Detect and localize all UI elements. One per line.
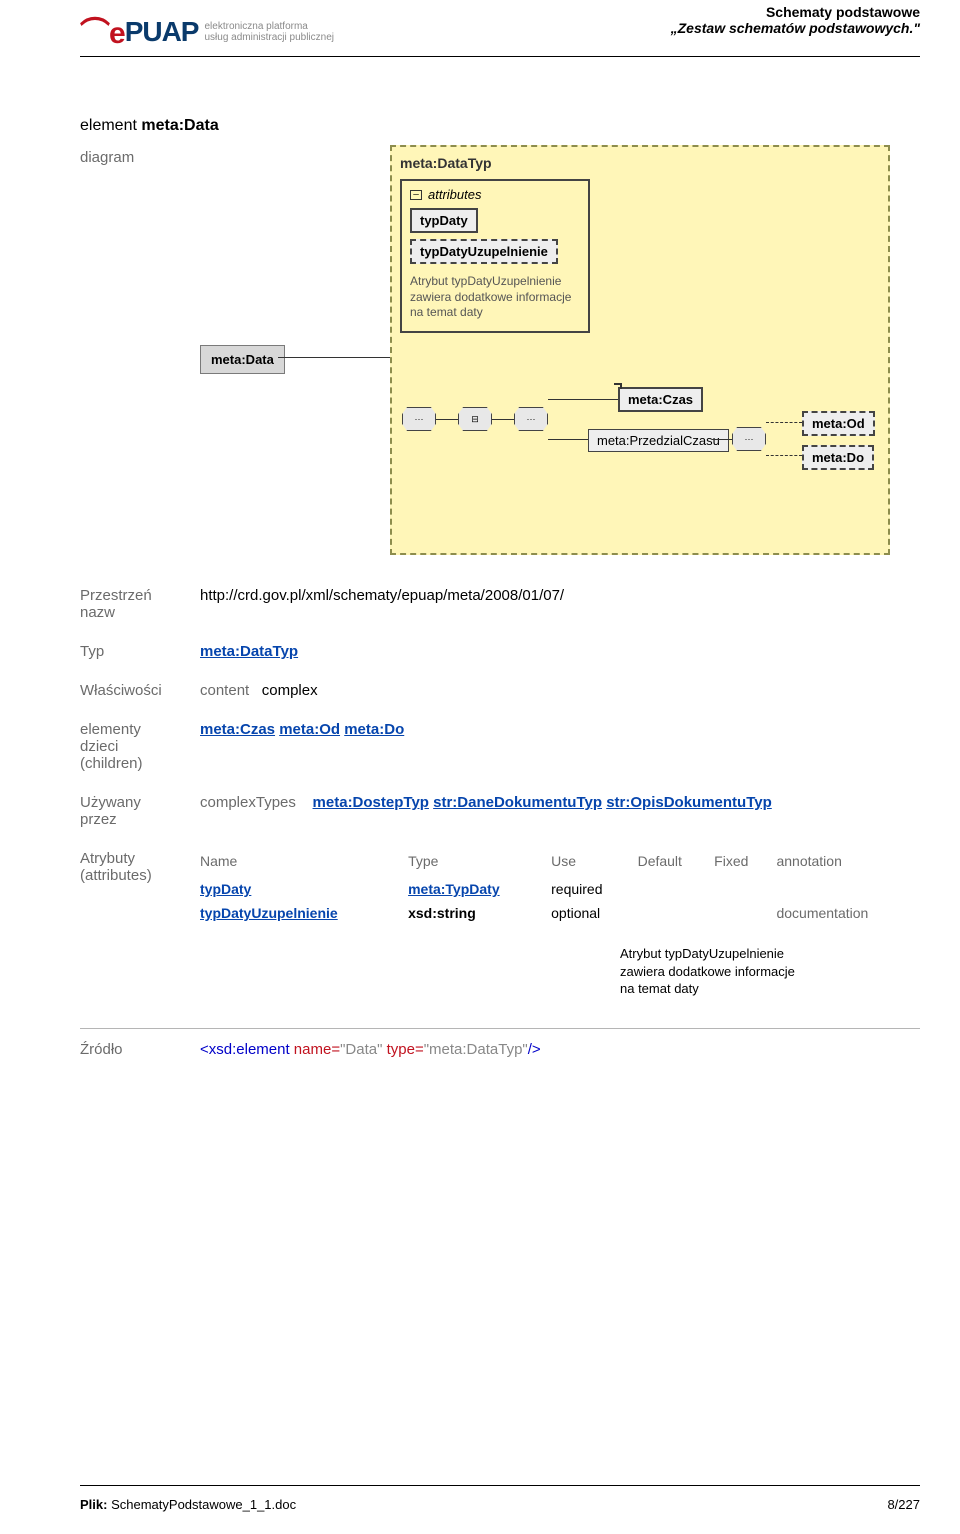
col-type: Type xyxy=(408,850,551,877)
collapse-icon: – xyxy=(410,190,422,200)
table-row: typDatyUzupelnienie xsd:string optional … xyxy=(200,901,920,925)
attr-use: required xyxy=(551,877,637,901)
node-meta-od: meta:Od xyxy=(802,411,875,436)
attr-type: xsd:string xyxy=(408,905,476,921)
label-diagram: diagram xyxy=(80,145,170,166)
node-meta-do: meta:Do xyxy=(802,445,874,470)
child-link[interactable]: meta:Do xyxy=(344,721,404,738)
label-usedby: Używany przez xyxy=(80,794,170,828)
header-title-2: „Zestaw schematów podstawowych." xyxy=(671,20,920,36)
prop-val: complex xyxy=(262,682,318,699)
type-link[interactable]: meta:DataTyp xyxy=(200,643,298,660)
complex-type-box: meta:DataTyp – attributes typDaty typDat… xyxy=(390,145,890,555)
logo-text: PUAP xyxy=(125,16,199,48)
connector-line xyxy=(766,422,802,423)
label-attributes: Atrybuty (attributes) xyxy=(80,850,170,925)
diagram-row: diagram meta:Data meta:DataTyp – attribu… xyxy=(80,145,920,565)
col-annotation: annotation xyxy=(776,850,920,877)
node-meta-czas: meta:Czas xyxy=(618,387,703,412)
connector-line xyxy=(766,455,802,456)
row-children: elementy dzieci (children) meta:Czas met… xyxy=(80,721,920,772)
label-children: elementy dzieci (children) xyxy=(80,721,170,772)
row-usedby: Używany przez complexTypes meta:DostepTy… xyxy=(80,794,920,828)
col-name: Name xyxy=(200,850,408,877)
page-header: ⌒e PUAP elektroniczna platforma usług ad… xyxy=(80,0,920,57)
usedby-link[interactable]: meta:DostepTyp xyxy=(313,794,429,811)
usedby-link[interactable]: str:DaneDokumentuTyp xyxy=(433,794,602,811)
label-properties: Właściwości xyxy=(80,682,170,699)
page-footer: Plik: SchematyPodstawowe_1_1.doc 8/227 xyxy=(80,1497,920,1512)
choice-icon: ⊟ xyxy=(458,407,492,431)
connector-line xyxy=(278,357,390,358)
children-links: meta:Czas meta:Od meta:Do xyxy=(200,721,920,772)
connector-line xyxy=(436,419,458,420)
col-default: Default xyxy=(638,850,715,877)
label-type: Typ xyxy=(80,643,170,660)
label-namespace: Przestrzeń nazw xyxy=(80,587,170,621)
connector-line xyxy=(712,439,732,440)
col-use: Use xyxy=(551,850,637,877)
col-fixed: Fixed xyxy=(714,850,776,877)
prop-key: content xyxy=(200,682,249,699)
row-namespace: Przestrzeń nazw http://crd.gov.pl/xml/sc… xyxy=(80,587,920,621)
namespace-value: http://crd.gov.pl/xml/schematy/epuap/met… xyxy=(200,587,920,621)
footer-file: Plik: SchematyPodstawowe_1_1.doc xyxy=(80,1497,296,1512)
attr-name-link[interactable]: typDatyUzupelnienie xyxy=(200,905,338,921)
row-source: Źródło <xsd:element name="Data" type="me… xyxy=(80,1028,920,1058)
attributes-box: – attributes typDaty typDatyUzupelnienie… xyxy=(400,179,590,333)
attributes-table: Name Type Use Default Fixed annotation t… xyxy=(200,850,920,925)
table-header-row: Name Type Use Default Fixed annotation xyxy=(200,850,920,877)
attr-type-link[interactable]: meta:TypDaty xyxy=(408,881,500,897)
source-xml: <xsd:element name="Data" type="meta:Data… xyxy=(200,1041,920,1058)
row-type: Typ meta:DataTyp xyxy=(80,643,920,660)
sequence-icon: ··· xyxy=(732,427,766,451)
row-attributes: Atrybuty (attributes) Name Type Use Defa… xyxy=(80,850,920,925)
tick-icon xyxy=(614,383,622,389)
attr-typdatyuzup: typDatyUzupelnienie xyxy=(410,239,558,264)
usedby-link[interactable]: str:OpisDokumentuTyp xyxy=(606,794,772,811)
sequence-icon: ··· xyxy=(514,407,548,431)
documentation-note: Atrybut typDatyUzupelnienie zawiera doda… xyxy=(80,945,800,998)
label-source: Źródło xyxy=(80,1041,170,1058)
attr-name-link[interactable]: typDaty xyxy=(200,881,251,897)
sequence-icon: ··· xyxy=(402,407,436,431)
usedby-key: complexTypes xyxy=(200,794,296,811)
node-meta-data: meta:Data xyxy=(200,345,285,374)
page-number: 8/227 xyxy=(887,1497,920,1512)
row-properties: Właściwości content complex xyxy=(80,682,920,699)
node-przedzial: meta:PrzedzialCzasu xyxy=(588,429,729,452)
header-right: Schematy podstawowe „Zestaw schematów po… xyxy=(671,0,920,36)
logo-block: ⌒e PUAP elektroniczna platforma usług ad… xyxy=(80,0,334,54)
child-link[interactable]: meta:Od xyxy=(279,721,340,738)
attr-typdaty: typDaty xyxy=(410,208,478,233)
schema-diagram: meta:Data meta:DataTyp – attributes typD… xyxy=(200,145,920,565)
section-title: element meta:Data xyxy=(80,117,920,135)
logo-icon: ⌒e PUAP xyxy=(80,10,198,54)
logo-arc-icon: ⌒e xyxy=(80,8,125,52)
logo-subtitle: elektroniczna platforma usług administra… xyxy=(204,21,334,43)
attributes-head: – attributes xyxy=(410,187,580,202)
child-link[interactable]: meta:Czas xyxy=(200,721,275,738)
attr-annotation: documentation xyxy=(776,901,920,925)
attr-note: Atrybut typDatyUzupelnienie zawiera doda… xyxy=(410,274,580,321)
attr-use: optional xyxy=(551,901,637,925)
connector-line xyxy=(548,399,618,400)
footer-line xyxy=(80,1485,920,1486)
table-row: typDaty meta:TypDaty required xyxy=(200,877,920,901)
connector-line xyxy=(548,439,588,440)
complex-type-title: meta:DataTyp xyxy=(400,155,880,171)
header-title-1: Schematy podstawowe xyxy=(671,4,920,20)
page: ⌒e PUAP elektroniczna platforma usług ad… xyxy=(0,0,960,1534)
connector-line xyxy=(492,419,514,420)
